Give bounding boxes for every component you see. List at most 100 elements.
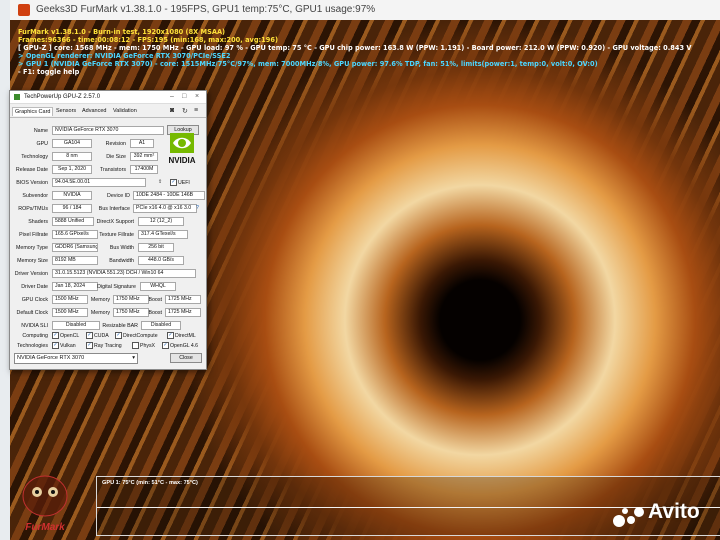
overlay-line-3: [ GPU-Z ] core: 1568 MHz - mem: 1750 MHz… <box>18 44 692 52</box>
temperature-graph-label: GPU 1: 75°C (min: 51°C - max: 75°C) <box>102 480 198 486</box>
computing-opencl: ✓ OpenCL <box>52 332 79 339</box>
value-default-boost: 1725 MHz <box>165 308 201 317</box>
value-memory-type: GDDR6 (Samsung) <box>52 243 98 252</box>
tab-validation[interactable]: Validation <box>111 107 139 115</box>
tab-advanced[interactable]: Advanced <box>80 107 108 115</box>
label-bandwidth: Bandwidth <box>109 258 134 264</box>
label-nvidia-sli: NVIDIA SLI <box>21 323 48 329</box>
tech-opengl-label: OpenGL 4.6 <box>170 342 199 349</box>
checkbox-icon: ✓ <box>52 342 59 349</box>
gpu-select-dropdown[interactable]: NVIDIA GeForce RTX 3070 ▾ <box>14 353 138 364</box>
camera-icon[interactable]: ◙ <box>170 107 174 114</box>
tech-vulkan: ✓ Vulkan <box>52 342 76 349</box>
checkbox-icon: ✓ <box>167 332 174 339</box>
nvidia-logo-text: NVIDIA <box>168 156 195 165</box>
label-die-size: Die Size <box>106 154 126 160</box>
label-bus-width: Bus Width <box>109 245 134 251</box>
value-gpu: GA104 <box>52 139 92 148</box>
checkbox-icon: ✓ <box>86 332 93 339</box>
close-icon[interactable]: × <box>195 93 199 100</box>
tech-physx-label: PhysX <box>140 342 155 349</box>
label-subvendor: Subvendor <box>22 193 48 199</box>
value-shaders: 5888 Unified <box>52 217 94 226</box>
value-directx-support: 12 (12_2) <box>138 217 184 226</box>
overlay-line-2: Frames:96366 - time:00:08:12 - FPS:195 (… <box>18 36 278 44</box>
checkbox-icon: ✓ <box>162 342 169 349</box>
maximize-icon[interactable]: □ <box>182 93 186 100</box>
value-driver-version: 31.0.15.5123 (NVIDIA 551.23) DCH / Win10… <box>52 269 196 278</box>
furmark-logo: FurMark <box>22 475 68 533</box>
menu-icon[interactable]: ≡ <box>194 107 198 114</box>
label-resizable-bar: Resizable BAR <box>102 323 138 329</box>
uefi-checkbox: ✓ <box>170 179 177 186</box>
minimize-icon[interactable]: – <box>170 93 174 100</box>
value-default-clock: 1500 MHz <box>52 308 88 317</box>
overlay-line-5: > GPU 1 (NVIDIA GeForce RTX 3070) - core… <box>18 60 598 68</box>
value-digital-signature: WHQL <box>140 282 176 291</box>
tech-ray-tracing-label: Ray Tracing <box>94 342 122 349</box>
label-release-date: Release Date <box>15 167 48 173</box>
value-bus-interface: PCIe x16 4.0 @ x16 3.0 <box>133 204 197 213</box>
tech-vulkan-label: Vulkan <box>60 342 76 349</box>
label-memory-size: Memory Size <box>17 258 48 264</box>
value-resizable-bar: Disabled <box>141 321 181 330</box>
label-shaders: Shaders <box>28 219 48 225</box>
label-default-clock: Default Clock <box>16 310 49 316</box>
avito-watermark: Avito <box>648 500 700 523</box>
label-directx-support: DirectX Support <box>96 219 134 225</box>
tech-opengl: ✓ OpenGL 4.6 <box>162 342 198 349</box>
checkbox-icon: ✓ <box>115 332 122 339</box>
label-technology: Technology <box>21 154 48 160</box>
value-gpu-memory: 1750 MHz <box>113 295 149 304</box>
computing-directcompute: ✓ DirectCompute <box>115 332 158 339</box>
label-gpu-boost: Boost <box>148 297 162 303</box>
label-gpu: GPU <box>36 141 48 147</box>
tab-sensors[interactable]: Sensors <box>54 107 78 115</box>
nvidia-logo: NVIDIA <box>168 133 196 165</box>
value-gpu-boost: 1725 MHz <box>165 295 201 304</box>
furmark-window-titlebar[interactable]: Geeks3D FurMark v1.38.1.0 - 195FPS, GPU1… <box>10 0 720 21</box>
label-rops-tmus: ROPs/TMUs <box>18 206 48 212</box>
label-default-boost: Boost <box>148 310 162 316</box>
value-rops-tmus: 96 / 184 <box>52 204 92 213</box>
label-device-id: Device ID <box>107 193 130 199</box>
checkbox-icon: ✓ <box>86 342 93 349</box>
computing-cuda-label: CUDA <box>94 332 109 339</box>
label-driver-version: Driver Version <box>14 271 48 277</box>
gpuz-app-icon <box>14 94 20 100</box>
label-driver-date: Driver Date <box>21 284 48 290</box>
furmark-logo-text: FurMark <box>25 522 65 533</box>
computing-opencl-label: OpenCL <box>60 332 80 339</box>
label-digital-signature: Digital Signature <box>97 284 136 290</box>
value-name: NVIDIA GeForce RTX 3070 <box>52 126 164 135</box>
help-icon[interactable]: ? <box>196 205 199 211</box>
value-bios-version: 94.04.5E.00.01 <box>52 178 146 187</box>
gpuz-titlebar[interactable]: TechPowerUp GPU-Z 2.57.0 – □ × <box>10 91 206 104</box>
tech-physx: PhysX <box>132 342 155 349</box>
tab-graphics-card[interactable]: Graphics Card <box>12 107 54 116</box>
computing-directml-label: DirectML <box>175 332 196 339</box>
gpu-select-value: NVIDIA GeForce RTX 3070 <box>17 355 85 361</box>
value-nvidia-sli: Disabled <box>52 321 100 330</box>
value-texture-fillrate: 317.4 GTexel/s <box>138 230 188 239</box>
overlay-line-1: FurMark v1.38.1.0 - Burn-in test, 1920x1… <box>18 28 226 36</box>
computing-cuda: ✓ CUDA <box>86 332 109 339</box>
value-revision: A1 <box>130 139 154 148</box>
value-bandwidth: 448.0 GB/s <box>138 256 184 265</box>
avito-logo-icon <box>613 507 644 527</box>
label-pixel-fillrate: Pixel Fillrate <box>19 232 48 238</box>
close-button[interactable]: Close <box>170 353 202 363</box>
value-bus-width: 256 bit <box>138 243 174 252</box>
gpuz-title: TechPowerUp GPU-Z 2.57.0 <box>24 94 101 100</box>
gpuz-window[interactable]: TechPowerUp GPU-Z 2.57.0 – □ × Graphics … <box>9 90 207 370</box>
checkbox-icon: ✓ <box>52 332 59 339</box>
checkbox-icon <box>132 342 139 349</box>
label-default-memory: Memory <box>90 310 110 316</box>
label-computing: Computing <box>22 333 48 339</box>
label-texture-fillrate: Texture Fillrate <box>99 232 134 238</box>
label-bios-version: BIOS Version <box>16 180 48 186</box>
uefi-indicator: ✓ UEFI <box>170 179 190 186</box>
refresh-icon[interactable]: ↻ <box>182 107 188 115</box>
share-icon[interactable]: ⇪ <box>158 179 162 185</box>
label-gpu-memory: Memory <box>90 297 110 303</box>
